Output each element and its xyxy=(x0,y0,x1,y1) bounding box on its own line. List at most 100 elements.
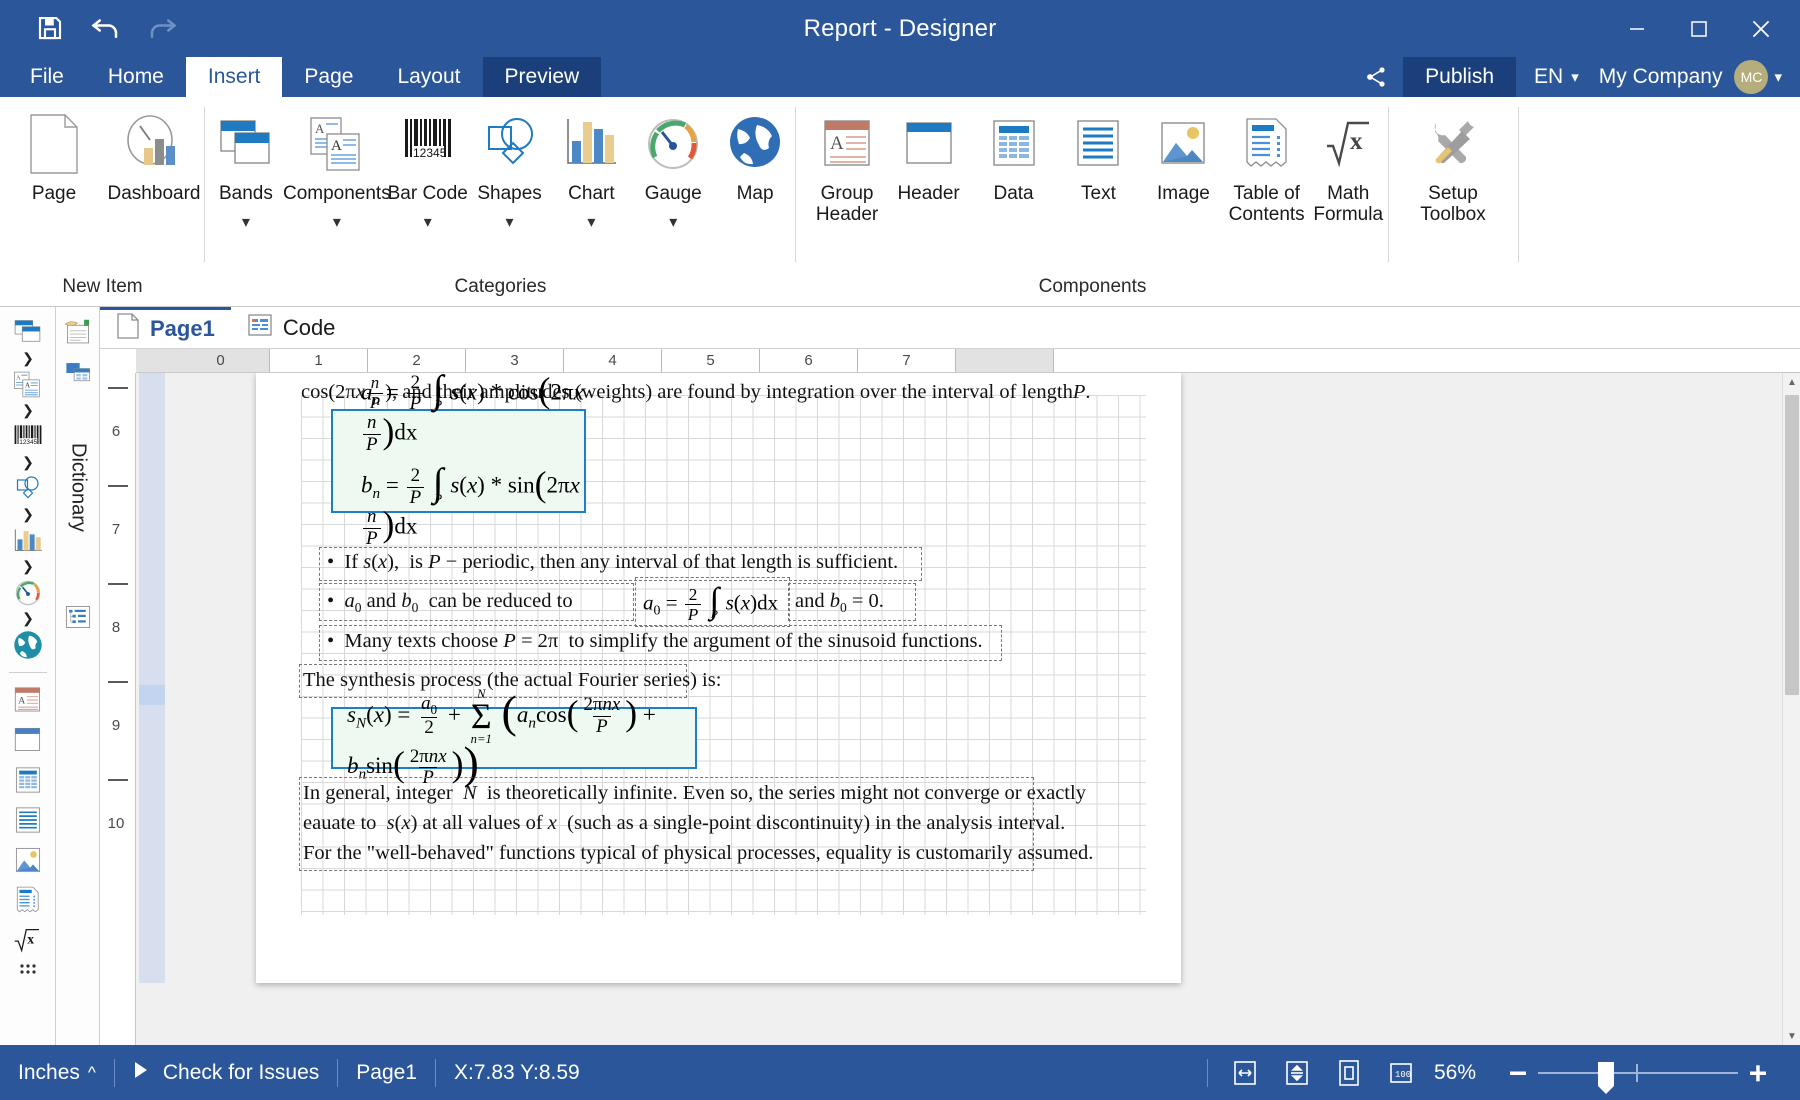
barcode-icon: 12345 xyxy=(12,417,44,457)
ruler-tick: 8 xyxy=(111,619,121,636)
svg-text:12345: 12345 xyxy=(19,439,37,446)
toolbox-item-bands[interactable]: ❯ xyxy=(0,313,55,365)
design-canvas[interactable]: cos(2πx n P), and their amplitudes (weight… xyxy=(136,373,1800,1045)
single-page-icon[interactable] xyxy=(1330,1056,1368,1090)
scroll-down-icon[interactable]: ▼ xyxy=(1783,1027,1800,1045)
toolbox-item-components[interactable]: A A ❯ xyxy=(0,365,55,417)
zoom-out-button[interactable] xyxy=(1498,1056,1538,1090)
toolbox-item-shapes[interactable]: ❯ xyxy=(0,469,55,521)
toolbox-item-gauge[interactable]: ❯ xyxy=(0,573,55,625)
chevron-down-icon[interactable]: ▾ xyxy=(587,212,595,232)
chevron-down-icon[interactable]: ▾ xyxy=(506,212,514,232)
chevron-down-icon[interactable]: ▾ xyxy=(242,212,250,232)
toolbox-item-more[interactable] xyxy=(0,960,55,978)
toolbox-item-math-formula[interactable]: x xyxy=(0,920,55,960)
share-icon[interactable] xyxy=(1349,57,1403,97)
formula-box-synthesis[interactable]: sN(x) = a0 2 + N Σn=1 (ancos(2πnx P) + bnsi… xyxy=(331,688,697,787)
toolbox-item-header[interactable] xyxy=(0,720,55,760)
scroll-up-icon[interactable]: ▲ xyxy=(1783,373,1800,391)
tab-preview[interactable]: Preview xyxy=(482,57,602,97)
ribbon-item-header[interactable]: Header xyxy=(886,105,971,204)
ribbon-item-label: Table of Contents xyxy=(1228,183,1305,226)
ribbon-item-image[interactable]: Image xyxy=(1141,105,1226,204)
units-selector[interactable]: Inches ^ xyxy=(0,1045,114,1100)
current-page-label[interactable]: Page1 xyxy=(338,1045,435,1100)
fit-height-icon[interactable] xyxy=(1278,1056,1316,1090)
check-for-issues-button[interactable]: Check for Issues xyxy=(115,1045,337,1100)
language-selector[interactable]: EN ▾ xyxy=(1516,65,1593,89)
account-chevron-down-icon[interactable]: ▾ xyxy=(1768,68,1790,86)
tab-file[interactable]: File xyxy=(8,57,86,97)
ribbon-item-chart[interactable]: Chart ▾ xyxy=(550,105,632,232)
company-label[interactable]: My Company xyxy=(1593,65,1733,89)
chevron-right-icon[interactable]: ❯ xyxy=(22,351,34,365)
toolbox-item-text[interactable] xyxy=(0,800,55,840)
chevron-right-icon[interactable]: ❯ xyxy=(22,455,34,469)
zoom-slider[interactable] xyxy=(1538,1056,1738,1094)
ribbon-item-shapes[interactable]: Shapes ▾ xyxy=(469,105,551,232)
ribbon-item-setup-toolbox[interactable]: Setup Toolbox xyxy=(1403,105,1503,226)
zoom-in-button[interactable] xyxy=(1738,1056,1778,1090)
toolbox-item-barcode[interactable]: 12345 ❯ xyxy=(0,417,55,469)
toolbox-item-group-header[interactable]: A xyxy=(0,680,55,720)
ribbon-item-data[interactable]: Data xyxy=(971,105,1056,204)
ribbon-item-gauge[interactable]: Gauge ▾ xyxy=(632,105,714,232)
toolbox-strip: ❯ A A ❯ 12345 ❯ ❯ ❯ ❯ A x xyxy=(0,307,56,1045)
maximize-icon[interactable] xyxy=(1668,0,1730,57)
chevron-down-icon[interactable]: ▾ xyxy=(669,212,677,232)
minimize-icon[interactable] xyxy=(1606,0,1668,57)
svg-text:A: A xyxy=(16,374,21,381)
ribbon-item-group-header[interactable]: A Group Header xyxy=(808,105,886,226)
chart-icon xyxy=(12,521,44,561)
avatar[interactable]: MC xyxy=(1734,60,1769,94)
chevron-right-icon[interactable]: ❯ xyxy=(22,559,34,573)
chevron-right-icon[interactable]: ❯ xyxy=(22,507,34,521)
report-page[interactable]: cos(2πx n P), and their amplitudes (weight… xyxy=(256,373,1181,983)
tab-layout[interactable]: Layout xyxy=(375,57,482,97)
svg-text:A: A xyxy=(25,382,31,390)
dictionary-icon[interactable] xyxy=(56,313,100,353)
actual-size-icon[interactable]: 100 xyxy=(1382,1056,1420,1090)
ribbon-item-dashboard[interactable]: Dashboard xyxy=(104,105,204,204)
ribbon-item-toc[interactable]: Table of Contents xyxy=(1226,105,1308,226)
formula-an: an = 2P ∫ P s(x) * cos(2πx n P)dx xyxy=(361,373,584,456)
chevron-down-icon[interactable]: ▾ xyxy=(424,212,432,232)
bands-icon xyxy=(215,109,277,179)
toolbox-item-map[interactable] xyxy=(0,625,55,665)
tab-home[interactable]: Home xyxy=(86,57,186,97)
vertical-scrollbar[interactable]: ▲ ▼ xyxy=(1782,373,1800,1045)
formula-box-coefficients[interactable]: an = 2P ∫ P s(x) * cos(2πx n P)dx bn = 2P ∫… xyxy=(331,373,586,547)
page-tab-code[interactable]: Code xyxy=(231,307,352,348)
structure-tree-icon[interactable] xyxy=(56,597,100,637)
toolbox-item-data[interactable] xyxy=(0,760,55,800)
page-tab-page1[interactable]: Page1 xyxy=(100,307,231,348)
chevron-down-icon[interactable]: ▾ xyxy=(333,212,341,232)
ribbon-item-barcode[interactable]: 12345 Bar Code ▾ xyxy=(387,105,469,232)
doc-bullet-2-tail: and b0 = 0. xyxy=(795,590,884,616)
ribbon-item-text[interactable]: Text xyxy=(1056,105,1141,204)
vertical-ruler[interactable]: 6 7 8 9 10 xyxy=(100,373,136,1045)
ribbon-group-setup: Setup Toolbox xyxy=(1389,97,1519,306)
chevron-right-icon[interactable]: ❯ xyxy=(22,403,34,417)
fit-width-icon[interactable] xyxy=(1226,1056,1264,1090)
title-bar: Report - Designer xyxy=(0,0,1800,57)
dictionary-panel-label[interactable]: Dictionary xyxy=(56,387,100,587)
gauge-icon xyxy=(642,109,704,179)
toolbox-item-chart[interactable]: ❯ xyxy=(0,521,55,573)
toolbox-item-image[interactable] xyxy=(0,840,55,880)
toolbox-item-toc[interactable] xyxy=(0,880,55,920)
scrollbar-thumb[interactable] xyxy=(1785,395,1799,695)
zoom-slider-handle[interactable] xyxy=(1598,1061,1614,1094)
ribbon-item-map[interactable]: Map xyxy=(714,105,796,204)
ribbon-item-components[interactable]: A A Components ▾ xyxy=(283,105,391,232)
close-icon[interactable] xyxy=(1730,0,1792,57)
publish-button[interactable]: Publish xyxy=(1403,57,1517,97)
horizontal-ruler[interactable]: 0 1 2 3 4 5 6 7 xyxy=(136,349,1800,373)
ribbon-item-bands[interactable]: Bands ▾ xyxy=(205,105,287,232)
tab-page[interactable]: Page xyxy=(282,57,375,97)
chart-icon xyxy=(562,109,620,179)
ribbon-item-math-formula[interactable]: x Math Formula xyxy=(1307,105,1389,226)
tab-insert[interactable]: Insert xyxy=(185,57,283,97)
chevron-right-icon[interactable]: ❯ xyxy=(22,611,34,625)
ribbon-item-page[interactable]: Page xyxy=(4,105,104,204)
